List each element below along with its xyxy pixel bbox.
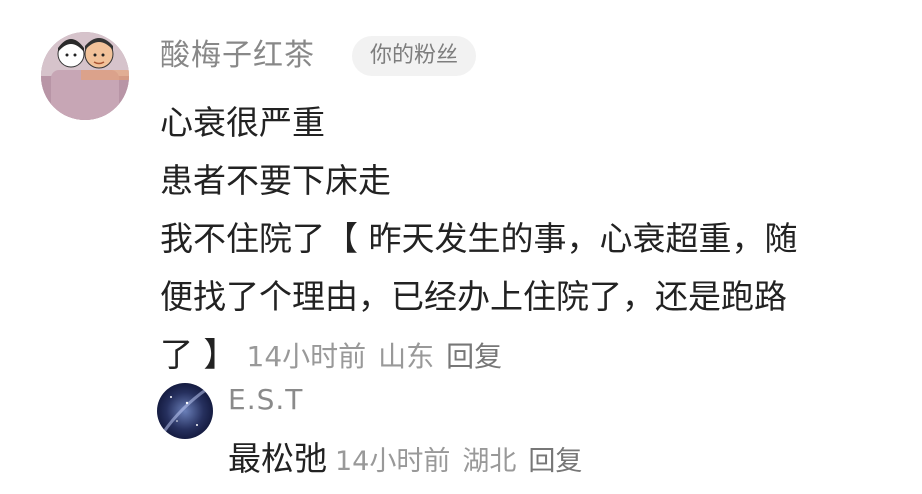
reply-body: 最松弛 14小时前 湖北 回复 bbox=[228, 436, 582, 485]
comment-line: 我不住院了【 昨天发生的事，心衰超重，随 bbox=[160, 219, 798, 258]
comment-line: 便找了个理由，已经办上住院了，还是跑路 bbox=[160, 277, 787, 316]
reply-avatar-image bbox=[157, 383, 213, 439]
reply-text: 最松弛 bbox=[228, 439, 327, 478]
comment-line: 了 】 bbox=[160, 335, 237, 374]
reply-time: 14小时前 bbox=[335, 446, 451, 477]
comment-location: 山东 bbox=[378, 340, 435, 373]
comment-body: 心衰很严重 患者不要下床走 我不住院了【 昨天发生的事，心衰超重，随 便找了个理… bbox=[160, 100, 905, 390]
comment-line: 患者不要下床走 bbox=[160, 161, 391, 200]
reply-username[interactable]: E.S.T bbox=[228, 380, 303, 420]
comment-time: 14小时前 bbox=[246, 340, 367, 373]
reply-meta: 14小时前 湖北 回复 bbox=[335, 446, 582, 477]
comment-username[interactable]: 酸梅子红茶 bbox=[160, 34, 315, 78]
reply-reply-button[interactable]: 回复 bbox=[528, 446, 582, 477]
reply-location: 湖北 bbox=[462, 446, 517, 477]
reply-avatar[interactable] bbox=[157, 383, 213, 439]
avatar-image bbox=[41, 32, 129, 120]
comment-meta: 14小时前 山东 回复 bbox=[247, 340, 503, 373]
comment-line: 心衰很严重 bbox=[160, 103, 325, 142]
fan-badge: 你的粉丝 bbox=[352, 36, 477, 76]
reply-button[interactable]: 回复 bbox=[446, 340, 502, 373]
avatar[interactable] bbox=[41, 32, 129, 120]
